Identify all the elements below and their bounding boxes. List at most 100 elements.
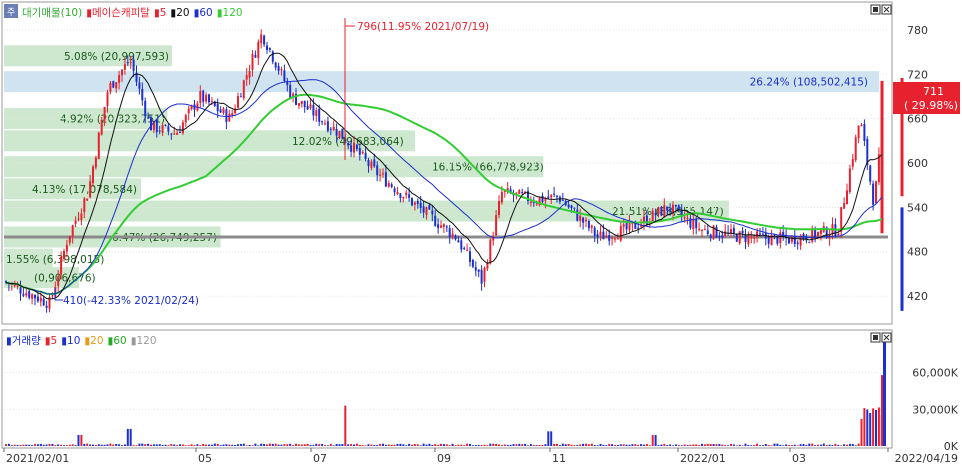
volume-bar — [118, 444, 121, 446]
volume-bar — [689, 444, 692, 446]
volume-bar — [672, 445, 674, 446]
candle-body — [877, 154, 880, 183]
candle-body — [80, 213, 83, 221]
volume-bar — [283, 444, 286, 446]
candle-body — [312, 104, 315, 116]
volume-bar — [738, 444, 741, 446]
price-tick-label: 720 — [907, 68, 928, 81]
candle-body — [614, 238, 616, 240]
volume-bar — [260, 443, 263, 446]
volume-bar — [666, 445, 669, 446]
candle-body — [393, 188, 396, 193]
volume-bar — [509, 444, 512, 446]
candle-body — [353, 142, 355, 153]
price-axis: 420 480 540 600 660 720 780 — [907, 24, 928, 303]
volume-bar — [579, 444, 582, 446]
volume-bar — [344, 405, 347, 446]
volume-bar — [103, 444, 106, 446]
candle-body — [544, 198, 547, 201]
candle-body — [173, 133, 176, 135]
volume-bar — [321, 443, 324, 446]
legend-item: 10 — [67, 335, 80, 347]
x-tick-label: 09 — [437, 452, 451, 465]
volume-bar — [576, 444, 579, 446]
volume-bar — [408, 443, 411, 446]
candle-body — [663, 205, 666, 217]
volume-bar — [703, 444, 706, 446]
candle-body — [170, 133, 173, 135]
candle-body — [118, 74, 121, 83]
candle-body — [94, 157, 97, 168]
volume-bar — [776, 443, 779, 446]
volume-bar — [570, 444, 573, 446]
candle-body — [602, 231, 605, 240]
volume-bar — [150, 444, 152, 446]
current-price-tag: 711 ( 29.98%) — [893, 82, 960, 114]
candle-body — [875, 181, 877, 204]
volume-bar — [593, 445, 596, 446]
volume-bar — [657, 445, 660, 446]
candle-body — [266, 45, 268, 50]
candle-body — [730, 229, 732, 234]
candle-body — [408, 194, 411, 198]
candle-body — [390, 184, 393, 187]
candle-body — [382, 173, 384, 175]
candle-body — [199, 91, 202, 103]
candle-body — [335, 128, 338, 136]
volume-bar — [208, 444, 210, 446]
candle-body — [126, 62, 129, 64]
legend-item: 20 — [90, 335, 103, 347]
volume-bar — [422, 443, 425, 446]
candle-body — [237, 96, 239, 108]
candle-body — [846, 190, 848, 205]
candle-body — [767, 237, 770, 244]
volume-bar — [382, 443, 384, 446]
volume-bar — [25, 444, 28, 446]
candle-body — [167, 126, 170, 132]
candle-body — [848, 168, 851, 192]
candle-body — [669, 209, 672, 212]
volume-bar — [564, 444, 567, 446]
candle-body — [556, 195, 558, 197]
stock-chart[interactable]: 1.55% (6,398,015)6.47% (26,749,257)21.51… — [0, 0, 962, 465]
volume-bar — [721, 444, 724, 446]
candle-body — [437, 224, 440, 228]
candle-body — [721, 235, 724, 238]
candle-body — [303, 100, 306, 107]
candle-body — [34, 294, 36, 299]
candle-body — [799, 235, 802, 246]
volume-bar — [341, 443, 344, 446]
volume-bar — [645, 443, 648, 446]
candle-body — [474, 267, 477, 271]
candle-body — [608, 235, 611, 241]
candle-body — [692, 219, 695, 230]
candle-body — [297, 103, 300, 106]
candle-body — [39, 297, 42, 302]
candle-body — [582, 217, 585, 223]
volume-bar — [483, 444, 486, 446]
candle-body — [60, 256, 63, 275]
volume-bar — [228, 444, 231, 446]
candle-body — [732, 227, 735, 233]
volume-bar — [193, 445, 196, 446]
candle-body — [579, 215, 582, 221]
volume-bar — [860, 419, 863, 446]
volume-bar — [42, 444, 45, 446]
volume-bar — [405, 445, 408, 446]
candle-body — [210, 100, 213, 102]
legend-item: 120 — [223, 7, 243, 19]
candle-body — [750, 236, 753, 238]
candle-body — [747, 235, 750, 245]
volume-bar — [883, 336, 886, 446]
volume-pane[interactable] — [1, 329, 893, 449]
volume-bar — [793, 444, 796, 446]
candle-body — [361, 151, 364, 154]
volume-bar — [167, 445, 170, 446]
volume-bar — [532, 444, 535, 446]
volume-bar — [326, 445, 329, 446]
candle-body — [208, 94, 210, 103]
volume-bar — [637, 444, 640, 446]
volume-bar — [396, 443, 399, 446]
main-legend[interactable]: 주 대기매물(10) ▮메이슨캐피탈 ▮5 ▮20 ▮60 ▮120 — [4, 4, 243, 19]
volume-bar — [730, 443, 732, 446]
